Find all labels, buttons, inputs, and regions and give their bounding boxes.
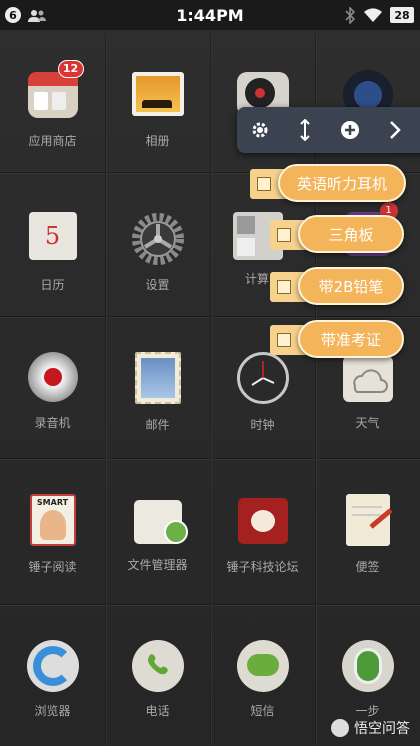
phone-icon: [131, 640, 184, 692]
status-time: 1:44PM: [176, 6, 244, 25]
app-phone[interactable]: 电话: [105, 640, 210, 719]
reader-sign: SMART: [36, 498, 69, 507]
app-label: 电话: [145, 704, 170, 718]
watermark: 悟空问答: [331, 718, 410, 738]
file-manager-icon: [133, 500, 188, 544]
resize-icon[interactable]: [293, 118, 317, 142]
gallery-icon: [131, 72, 184, 116]
app-label: 锤子科技论坛: [226, 560, 299, 574]
weather-icon: [342, 356, 393, 402]
browser-icon: [26, 640, 79, 692]
app-label: 设置: [145, 278, 170, 292]
todo-checkbox[interactable]: [277, 280, 291, 294]
one-step-icon: [341, 640, 394, 692]
todo-checkbox[interactable]: [277, 333, 291, 347]
app-label: 应用商店: [28, 134, 77, 148]
wifi-icon: [364, 7, 382, 27]
watermark-text: 悟空问答: [354, 721, 410, 737]
bluetooth-icon: [344, 6, 356, 28]
todo-text: 带2B铅笔: [318, 277, 384, 296]
wukong-logo-icon: [331, 719, 349, 737]
gear-icon: [131, 212, 185, 266]
todo-pill[interactable]: 带准考证: [298, 320, 404, 358]
app-forum[interactable]: 锤子科技论坛: [210, 494, 315, 575]
todo-pill[interactable]: 三角板: [298, 215, 404, 253]
gear-icon[interactable]: [248, 118, 272, 142]
status-bar: 6 1:44PM 28: [0, 0, 420, 30]
app-label: 时钟: [250, 418, 275, 432]
app-store-icon: 12: [27, 60, 84, 118]
clock-icon: [236, 352, 289, 404]
reader-icon: SMART: [29, 494, 76, 546]
app-label: 文件管理器: [127, 558, 188, 572]
todo-checkbox[interactable]: [277, 228, 291, 242]
todo-checkbox[interactable]: [257, 177, 271, 191]
app-label: 浏览器: [34, 704, 71, 718]
calendar-day: 5: [44, 222, 61, 250]
app-notes[interactable]: 便签: [315, 494, 420, 575]
app-clock[interactable]: 时钟: [210, 352, 315, 433]
add-icon[interactable]: [338, 118, 362, 142]
app-recorder[interactable]: 录音机: [0, 352, 105, 431]
notes-icon: [345, 494, 393, 546]
app-file-manager[interactable]: 文件管理器: [105, 494, 210, 573]
battery-level: 28: [390, 7, 414, 23]
todo-pill[interactable]: 英语听力耳机: [278, 164, 406, 202]
app-app-store[interactable]: 12 应用商店: [0, 60, 105, 149]
app-calendar[interactable]: 5 日历: [0, 212, 105, 293]
app-label: 短信: [250, 704, 275, 718]
todo-text: 三角板: [328, 225, 374, 244]
badge-count: 12: [57, 60, 84, 78]
next-icon[interactable]: [383, 118, 407, 142]
app-settings[interactable]: 设置: [105, 212, 210, 293]
app-label: 便签: [355, 560, 380, 574]
floating-toolbar: [237, 107, 420, 153]
app-label: 相册: [145, 134, 170, 148]
mail-stamp-icon: [134, 352, 181, 404]
app-label: 日历: [40, 278, 65, 292]
app-label: 邮件: [145, 418, 170, 432]
app-label: 锤子阅读: [28, 560, 77, 574]
todo-pill[interactable]: 带2B铅笔: [298, 267, 404, 305]
app-one-step[interactable]: 一步: [315, 640, 420, 719]
app-reader[interactable]: SMART 锤子阅读: [0, 494, 105, 575]
recorder-icon: [27, 352, 78, 402]
forum-icon: [237, 498, 288, 544]
app-weather[interactable]: 天气: [315, 352, 420, 431]
app-sms[interactable]: 短信: [210, 640, 315, 719]
sms-icon: [236, 640, 289, 692]
app-label: 天气: [355, 416, 380, 430]
calendar-icon: 5: [28, 212, 77, 260]
todo-text: 英语听力耳机: [296, 174, 387, 193]
app-label: 一步: [355, 704, 380, 718]
todo-text: 带准考证: [320, 330, 381, 349]
app-gallery[interactable]: 相册: [105, 66, 210, 149]
app-browser[interactable]: 浏览器: [0, 640, 105, 719]
app-label: 录音机: [34, 416, 71, 430]
app-mail[interactable]: 邮件: [105, 352, 210, 433]
